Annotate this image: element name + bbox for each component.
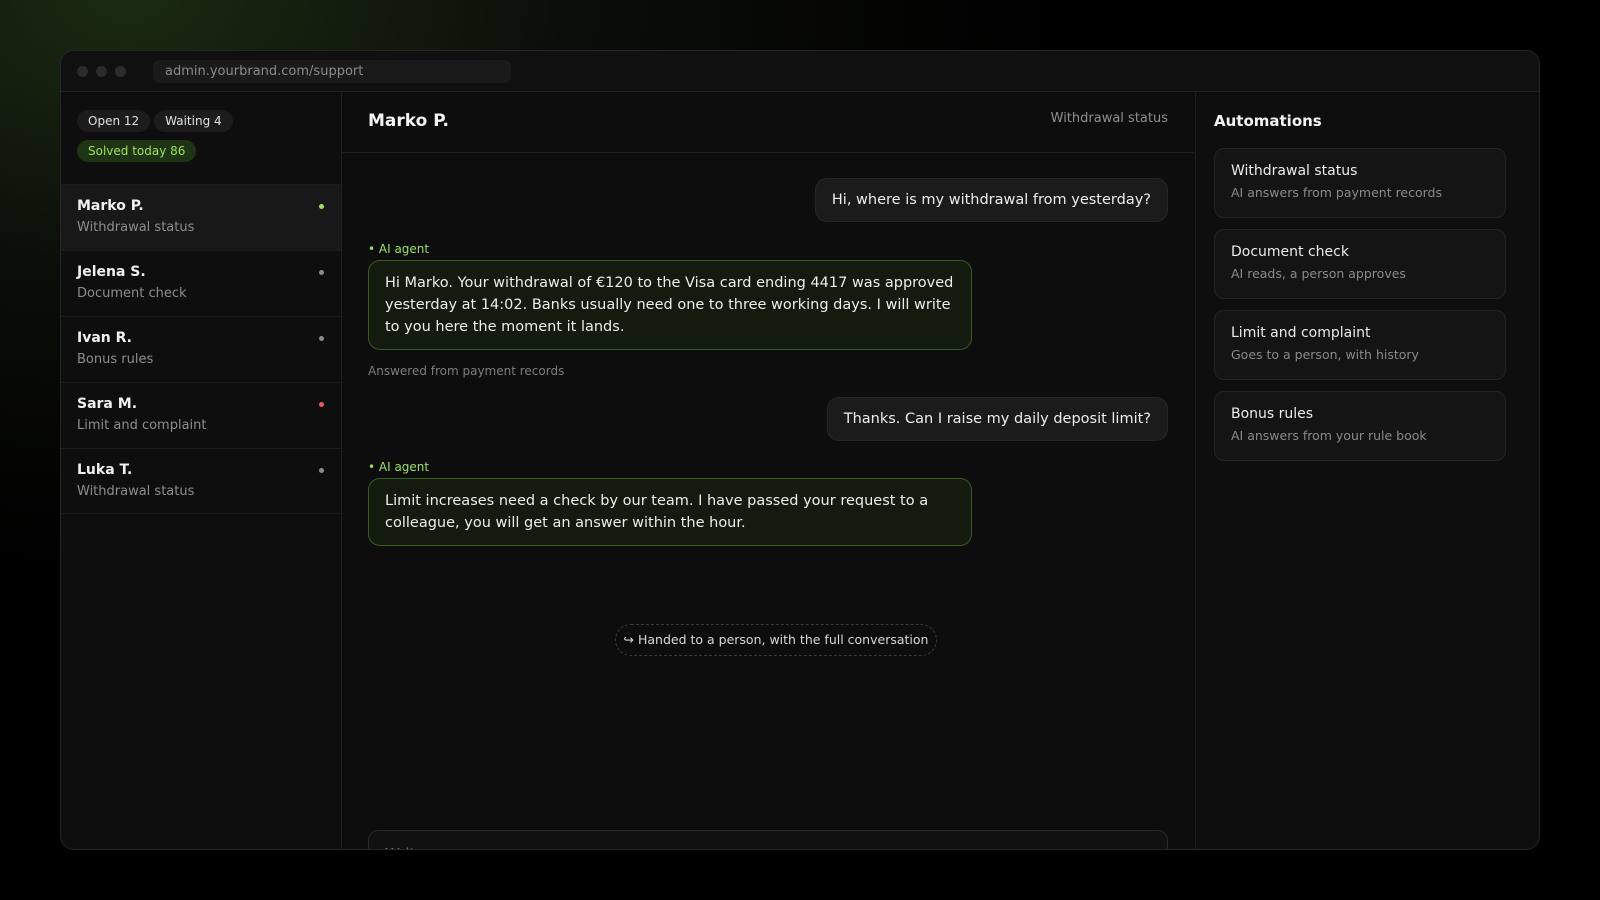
ai-agent-label: • AI agent xyxy=(368,242,430,256)
automation-title: Withdrawal status xyxy=(1231,163,1358,179)
automation-title: Bonus rules xyxy=(1231,406,1314,422)
automation-card-limit[interactable]: Limit and complaint Goes to a person, wi… xyxy=(1214,310,1506,380)
chip-waiting[interactable]: Waiting 4 xyxy=(154,110,233,132)
conversation-name: Ivan R. xyxy=(77,330,132,346)
message-source-note: Answered from payment records xyxy=(368,364,565,378)
ai-agent-label: • AI agent xyxy=(368,460,430,474)
app-window: admin.yourbrand.com/support Open 12 Waiti… xyxy=(60,50,1540,850)
address-bar[interactable]: admin.yourbrand.com/support xyxy=(153,60,511,83)
chat-topic: Withdrawal status xyxy=(1050,111,1168,126)
conversation-topic: Limit and complaint xyxy=(77,418,207,433)
conversation-topic: Withdrawal status xyxy=(77,484,195,499)
status-dot xyxy=(319,336,324,341)
window-maximize-dot[interactable] xyxy=(115,66,126,77)
message-input[interactable] xyxy=(368,830,1168,849)
automation-title: Limit and complaint xyxy=(1231,325,1371,341)
conversation-item-marko[interactable]: Marko P. Withdrawal status xyxy=(61,184,341,250)
status-dot xyxy=(319,402,324,407)
conversation-name: Jelena S. xyxy=(77,264,146,280)
conversation-name: Marko P. xyxy=(77,198,144,214)
user-message: Hi, where is my withdrawal from yesterda… xyxy=(814,178,1168,222)
chat-header: Marko P. Withdrawal status xyxy=(342,92,1194,153)
automation-description: AI reads, a person approves xyxy=(1231,266,1406,281)
conversation-item-sara[interactable]: Sara M. Limit and complaint xyxy=(61,382,341,448)
automation-card-withdrawal[interactable]: Withdrawal status AI answers from paymen… xyxy=(1214,148,1506,218)
handoff-notice: ↪ Handed to a person, with the full conv… xyxy=(615,624,937,656)
automation-description: AI answers from payment records xyxy=(1231,185,1443,200)
conversation-sidebar: Open 12 Waiting 4 Solved today 86 Marko P… xyxy=(61,92,342,849)
chat-panel: Marko P. Withdrawal status Hi, where is … xyxy=(342,92,1194,849)
status-dot xyxy=(319,204,324,209)
automation-description: AI answers from your rule book xyxy=(1231,428,1427,443)
conversation-list: Marko P. Withdrawal status Jelena S. Doc… xyxy=(61,184,341,514)
window-minimize-dot[interactable] xyxy=(96,66,107,77)
conversation-item-ivan[interactable]: Ivan R. Bonus rules xyxy=(61,316,341,382)
automation-card-document[interactable]: Document check AI reads, a person approv… xyxy=(1214,229,1506,299)
automation-description: Goes to a person, with history xyxy=(1231,347,1419,362)
browser-titlebar: admin.yourbrand.com/support xyxy=(61,51,1539,92)
chip-solved-today[interactable]: Solved today 86 xyxy=(77,140,197,162)
status-dot xyxy=(319,468,324,473)
status-chips: Open 12 Waiting 4 Solved today 86 xyxy=(61,92,341,184)
user-message: Thanks. Can I raise my daily deposit lim… xyxy=(826,397,1168,441)
conversation-item-jelena[interactable]: Jelena S. Document check xyxy=(61,250,341,316)
conversation-item-luka[interactable]: Luka T. Withdrawal status xyxy=(61,448,341,514)
conversation-topic: Withdrawal status xyxy=(77,220,195,235)
conversation-name: Luka T. xyxy=(77,462,133,478)
automation-title: Document check xyxy=(1231,244,1349,260)
status-dot xyxy=(319,270,324,275)
conversation-topic: Bonus rules xyxy=(77,352,154,367)
agent-message: Limit increases need a check by our team… xyxy=(368,478,972,546)
window-close-dot[interactable] xyxy=(77,66,88,77)
agent-message: Hi Marko. Your withdrawal of €120 to the… xyxy=(368,260,972,350)
automations-panel: Automations Withdrawal status AI answers… xyxy=(1195,92,1539,849)
conversation-name: Sara M. xyxy=(77,396,138,412)
automation-card-bonus[interactable]: Bonus rules AI answers from your rule bo… xyxy=(1214,391,1506,461)
chat-title: Marko P. xyxy=(368,111,450,131)
conversation-topic: Document check xyxy=(77,286,187,301)
automations-title: Automations xyxy=(1214,112,1322,130)
chip-open[interactable]: Open 12 xyxy=(77,110,151,132)
